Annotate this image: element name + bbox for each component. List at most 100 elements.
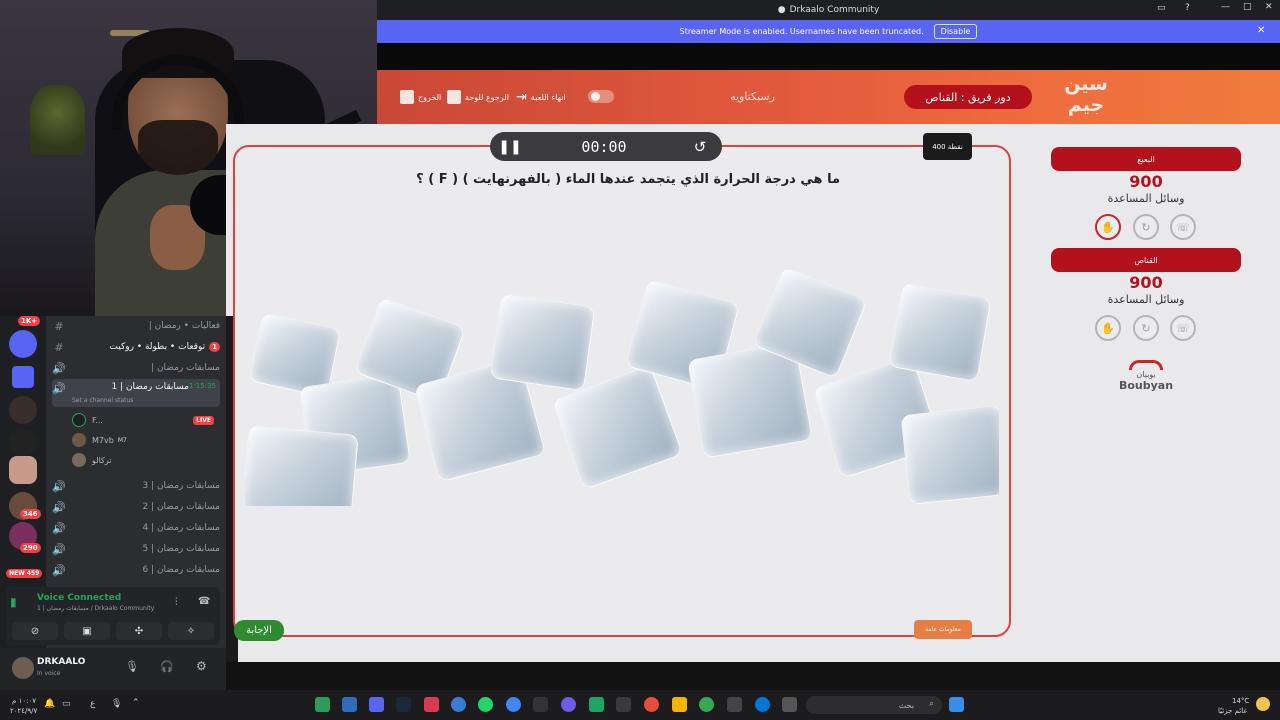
voice-channel-sub[interactable]: 1 | مسابقات رمضان / Drkaalo Community	[37, 605, 154, 612]
channel-item[interactable]: 🔊 مسابقات رمضان | 5	[52, 539, 220, 559]
channel-status[interactable]: Set a channel status	[72, 397, 133, 404]
server-icon[interactable]	[9, 396, 37, 424]
server-icon[interactable]	[9, 456, 37, 484]
app-icon[interactable]	[616, 697, 631, 712]
channel-item[interactable]: 🔊 مسابقات رمضان | 3	[52, 476, 220, 496]
channel-item[interactable]: 🔊 مسابقات رمضان | 4	[52, 518, 220, 538]
chevron-up-icon[interactable]: ⌃	[132, 698, 140, 708]
disconnect-icon[interactable]: ☎	[198, 596, 210, 607]
game-header	[377, 70, 1280, 124]
app-icon[interactable]	[589, 697, 604, 712]
server-badge: 346	[20, 509, 41, 519]
bell-icon[interactable]: 🔔	[44, 699, 55, 709]
disable-button[interactable]: Disable	[933, 24, 978, 39]
game-toggle[interactable]	[588, 90, 614, 103]
discord-icon[interactable]	[369, 697, 384, 712]
store-icon[interactable]	[727, 697, 742, 712]
hash-icon: #	[54, 340, 64, 354]
channel-name: مسابقات رمضان | 4	[142, 523, 220, 533]
gear-icon[interactable]: ⚙	[196, 659, 207, 673]
battery-icon[interactable]: ▭	[62, 699, 71, 709]
start-icon[interactable]	[949, 697, 964, 712]
current-turn-pill: دور فريق : القناص	[904, 85, 1032, 109]
end-game-button[interactable]: ⇥ انهاء اللعبة	[516, 90, 566, 105]
search-placeholder: بحث	[898, 700, 914, 710]
microphone-icon[interactable]: 🎙	[125, 660, 139, 673]
channel-item[interactable]: # توقعات • بطولة • روكيت 1	[52, 337, 220, 357]
voice-user-name: F...	[92, 415, 103, 425]
hand-stop-icon[interactable]: ✋	[1095, 315, 1121, 341]
soundboard-button[interactable]: ✧	[168, 622, 214, 640]
taskbar-search[interactable]: بحث ⌕	[806, 696, 942, 714]
activities-button[interactable]: ✣	[116, 622, 162, 640]
language-indicator[interactable]: ع	[90, 699, 95, 709]
team-score: 900	[1129, 172, 1163, 191]
answer-button[interactable]: الإجابة	[234, 620, 284, 641]
streamer-mode-banner: Streamer Mode is enabled. Usernames have…	[377, 20, 1280, 43]
minimize-icon[interactable]: —	[1221, 2, 1230, 12]
microphone-icon[interactable]: 🎙	[111, 699, 122, 709]
reroll-icon[interactable]: ↻	[1133, 214, 1159, 240]
folder-icon[interactable]	[672, 697, 687, 712]
camera-off-button[interactable]: ⊘	[12, 622, 58, 640]
browser-icon[interactable]	[699, 697, 714, 712]
maximize-icon[interactable]: □	[1243, 2, 1252, 12]
channel-item[interactable]: 🔊 مسابقات رمضان | 2	[52, 497, 220, 517]
app-icon[interactable]	[782, 697, 797, 712]
channel-name: مسابقات رمضان | 1	[111, 382, 189, 392]
close-icon[interactable]: ✕	[1257, 25, 1265, 36]
app-icon[interactable]	[561, 697, 576, 712]
app-icon[interactable]	[315, 697, 330, 712]
hash-icon: #	[54, 319, 64, 333]
headphones-icon[interactable]: 🎧	[160, 660, 174, 673]
pause-icon[interactable]: ❚❚	[490, 139, 530, 155]
weather-temp[interactable]: 14°C	[1232, 697, 1249, 705]
edge-icon[interactable]	[755, 697, 770, 712]
server-icon[interactable]	[9, 330, 37, 358]
channel-item[interactable]: 🔊 مسابقات رمضان |	[52, 358, 220, 378]
close-icon[interactable]: ✕	[1265, 2, 1273, 12]
team-name: البعبع	[1137, 154, 1155, 164]
phone-icon[interactable]: ☏	[1170, 214, 1196, 240]
exit-button[interactable]: الخروج	[400, 90, 441, 104]
game-logo: سين جيم	[1064, 73, 1108, 116]
general-info-button[interactable]: معلومات عامة	[914, 620, 972, 639]
clock-date[interactable]: ٢٠٢٤/٩/٧	[10, 707, 37, 715]
voice-user[interactable]: تركالو	[72, 451, 111, 469]
weather-icon[interactable]	[1256, 697, 1270, 711]
voice-user[interactable]: M7vb M7	[72, 431, 127, 449]
steam-icon[interactable]	[396, 697, 411, 712]
voice-connected-panel: ▮ Voice Connected 1 | مسابقات رمضان / Dr…	[6, 587, 220, 645]
window-title: Drkaalo Community	[789, 5, 880, 15]
toggle-knob	[591, 92, 600, 101]
screen-share-button[interactable]: ▣	[64, 622, 110, 640]
clock-time[interactable]: ١٠:٠٧ م	[12, 697, 36, 705]
unread-badge: 1	[209, 342, 220, 352]
app-icon[interactable]	[451, 697, 466, 712]
inbox-icon[interactable]: ▭	[1157, 3, 1166, 13]
shield-icon[interactable]	[342, 697, 357, 712]
reroll-icon[interactable]: ↻	[1133, 315, 1159, 341]
avatar[interactable]	[12, 657, 34, 679]
webcam-plant	[30, 85, 85, 155]
channel-item[interactable]: 🔊 مسابقات رمضان | 6	[52, 560, 220, 580]
chrome-icon[interactable]	[506, 697, 521, 712]
server-folder-icon[interactable]	[12, 366, 34, 388]
help-icon[interactable]: ?	[1185, 3, 1190, 13]
voice-user[interactable]: F... LIVE	[72, 411, 214, 429]
hand-stop-icon[interactable]: ✋	[1095, 214, 1121, 240]
points-badge: 400 نقطة	[923, 133, 972, 160]
server-icon[interactable]	[9, 428, 37, 456]
app-icon[interactable]	[424, 697, 439, 712]
screen-share-icon: ▣	[82, 625, 92, 637]
reset-timer-icon[interactable]: ↺	[678, 138, 722, 156]
noise-suppression-icon[interactable]: ⫶	[175, 597, 178, 608]
whatsapp-icon[interactable]	[478, 697, 493, 712]
points-label: 400 نقطة	[932, 142, 963, 151]
phone-icon[interactable]: ☏	[1170, 315, 1196, 341]
app-icon[interactable]	[533, 697, 548, 712]
weather-desc[interactable]: غائم جزئيًا	[1218, 707, 1247, 715]
back-to-board-button[interactable]: الرجوع للوحة	[447, 90, 509, 104]
channel-item[interactable]: # فعاليات • رمضان |	[52, 316, 220, 336]
obs-icon[interactable]	[644, 697, 659, 712]
